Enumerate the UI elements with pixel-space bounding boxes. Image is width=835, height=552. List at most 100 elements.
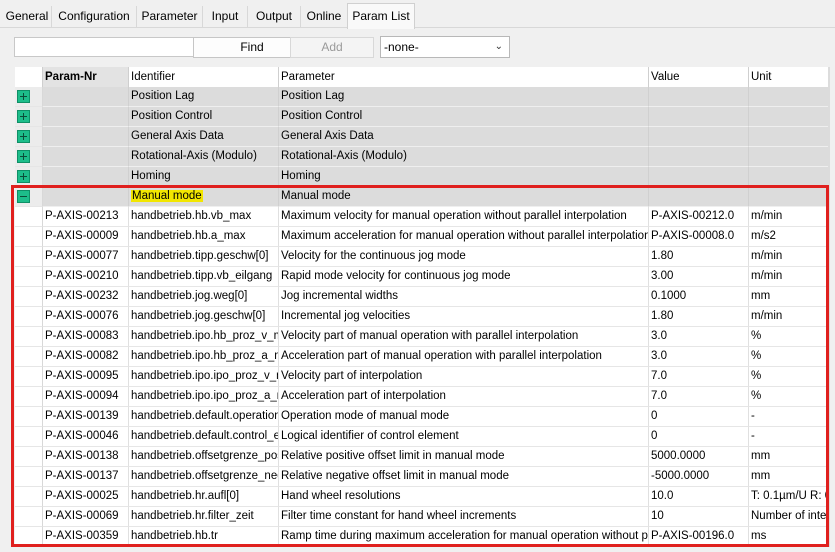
cell-param-nr[interactable]: P-AXIS-00046 <box>43 427 129 447</box>
collapse-minus-icon[interactable] <box>17 190 30 203</box>
cell-parameter[interactable]: Acceleration part of interpolation <box>279 387 649 407</box>
cell-param-nr[interactable]: P-AXIS-00083 <box>43 327 129 347</box>
expand-plus-icon[interactable] <box>17 170 30 183</box>
cell-identifier[interactable]: handbetrieb.jog.weg[0] <box>129 287 279 307</box>
tab-output[interactable]: Output <box>248 6 301 27</box>
cell-parameter[interactable]: Velocity part of interpolation <box>279 367 649 387</box>
cell-value[interactable]: 0 <box>649 407 749 427</box>
cell-identifier[interactable]: handbetrieb.ipo.ipo_proz_v_max <box>129 367 279 387</box>
cell-parameter[interactable]: Rotational-Axis (Modulo) <box>279 147 649 167</box>
cell-param-nr[interactable] <box>43 87 129 107</box>
cell-unit[interactable]: m/min <box>749 207 830 227</box>
cell-value[interactable]: P-AXIS-00212.0 <box>649 207 749 227</box>
cell-param-nr[interactable]: P-AXIS-00077 <box>43 247 129 267</box>
cell-identifier[interactable]: handbetrieb.tipp.vb_eilgang <box>129 267 279 287</box>
cell-param-nr[interactable]: P-AXIS-00095 <box>43 367 129 387</box>
cell-unit[interactable] <box>749 107 830 127</box>
expand-plus-icon[interactable] <box>17 130 30 143</box>
cell-value[interactable]: 3.00 <box>649 267 749 287</box>
table-row[interactable]: P-AXIS-00095handbetrieb.ipo.ipo_proz_v_m… <box>15 367 830 387</box>
cell-parameter[interactable]: Logical identifier of control element <box>279 427 649 447</box>
table-row[interactable]: P-AXIS-00232 handbetrieb.jog.weg[0] Jog in… <box>15 287 830 307</box>
cell-identifier[interactable]: handbetrieb.hr.aufl[0] <box>129 487 279 507</box>
cell-value[interactable]: 0.1000 <box>649 287 749 307</box>
cell-identifier[interactable]: General Axis Data <box>129 127 279 147</box>
cell-parameter[interactable]: Velocity part of manual operation with p… <box>279 327 649 347</box>
cell-identifier[interactable]: handbetrieb.hr.filter_zeit <box>129 507 279 527</box>
cell-value[interactable]: 3.0 <box>649 347 749 367</box>
cell-identifier[interactable]: handbetrieb.default.control_element <box>129 427 279 447</box>
cell-value[interactable]: P-AXIS-00196.0 <box>649 527 749 547</box>
cell-identifier[interactable]: handbetrieb.ipo.hb_proz_a_max <box>129 347 279 367</box>
cell-identifier[interactable]: Position Control <box>129 107 279 127</box>
cell-param-nr[interactable] <box>43 107 129 127</box>
cell-value[interactable]: 3.0 <box>649 327 749 347</box>
cell-value[interactable]: 0 <box>649 427 749 447</box>
cell-parameter[interactable]: Maximum acceleration for manual operatio… <box>279 227 649 247</box>
cell-value[interactable]: 1.80 <box>649 307 749 327</box>
cell-parameter[interactable]: Homing <box>279 167 649 187</box>
cell-unit[interactable] <box>749 167 830 187</box>
cell-parameter[interactable]: Ramp time during maximum acceleration fo… <box>279 527 649 547</box>
table-row[interactable]: P-AXIS-00359 handbetrieb.hb.tr Ramp time d… <box>15 527 830 547</box>
cell-value[interactable]: P-AXIS-00008.0 <box>649 227 749 247</box>
cell-param-nr[interactable] <box>43 127 129 147</box>
group-row[interactable]: Position Lag Position Lag <box>15 87 830 107</box>
cell-parameter[interactable]: Incremental jog velocities <box>279 307 649 327</box>
group-row[interactable]: General Axis Data General Axis Data <box>15 127 830 147</box>
cell-identifier[interactable]: handbetrieb.jog.geschw[0] <box>129 307 279 327</box>
cell-parameter[interactable]: Hand wheel resolutions <box>279 487 649 507</box>
cell-param-nr[interactable]: P-AXIS-00232 <box>43 287 129 307</box>
group-row[interactable]: Homing Homing <box>15 167 830 187</box>
expand-plus-icon[interactable] <box>17 150 30 163</box>
cell-value[interactable] <box>649 87 749 107</box>
cell-unit[interactable]: - <box>749 407 830 427</box>
tab-parameter[interactable]: Parameter <box>137 6 203 27</box>
cell-unit[interactable]: T: 0.1µm/U R: 0 <box>749 487 830 507</box>
group-row[interactable]: Rotational-Axis (Modulo) Rotational-Axis … <box>15 147 830 167</box>
table-row[interactable]: P-AXIS-00025 handbetrieb.hr.aufl[0] Hand w… <box>15 487 830 507</box>
cell-identifier[interactable]: handbetrieb.offsetgrenze_neg <box>129 467 279 487</box>
cell-parameter[interactable]: Relative negative offset limit in manual… <box>279 467 649 487</box>
cell-value[interactable] <box>649 107 749 127</box>
tab-general[interactable]: General <box>3 6 52 27</box>
cell-identifier[interactable]: handbetrieb.ipo.ipo_proz_a_max <box>129 387 279 407</box>
cell-identifier[interactable]: handbetrieb.offsetgrenze_pos <box>129 447 279 467</box>
cell-parameter[interactable]: Maximum velocity for manual operation wi… <box>279 207 649 227</box>
cell-identifier[interactable]: Manual mode <box>129 187 279 207</box>
cell-parameter[interactable]: Rapid mode velocity for continuous jog m… <box>279 267 649 287</box>
cell-identifier[interactable]: handbetrieb.tipp.geschw[0] <box>129 247 279 267</box>
cell-parameter[interactable]: Jog incremental widths <box>279 287 649 307</box>
tab-param-list[interactable]: Param List <box>347 3 415 29</box>
cell-value[interactable]: 1.80 <box>649 247 749 267</box>
table-row[interactable]: P-AXIS-00139 handbetrieb.default.operatio… <box>15 407 830 427</box>
cell-value[interactable]: 10.0 <box>649 487 749 507</box>
cell-param-nr[interactable] <box>43 167 129 187</box>
table-row[interactable]: P-AXIS-00082handbetrieb.ipo.hb_proz_a_ma… <box>15 347 830 367</box>
cell-parameter[interactable]: Position Control <box>279 107 649 127</box>
cell-unit[interactable]: ms <box>749 527 830 547</box>
column-header-unit[interactable]: Unit <box>749 67 830 87</box>
table-row[interactable]: P-AXIS-00138 handbetrieb.offsetgrenze_pos… <box>15 447 830 467</box>
table-row[interactable]: P-AXIS-00046 handbetrieb.default.control_… <box>15 427 830 447</box>
cell-param-nr[interactable]: P-AXIS-00076 <box>43 307 129 327</box>
table-row[interactable]: P-AXIS-00069 handbetrieb.hr.filter_zeit Fi… <box>15 507 830 527</box>
cell-parameter[interactable]: Operation mode of manual mode <box>279 407 649 427</box>
group-row[interactable]: Position Control Position Control <box>15 107 830 127</box>
cell-identifier[interactable]: Rotational-Axis (Modulo) <box>129 147 279 167</box>
cell-parameter[interactable]: Velocity for the continuous jog mode <box>279 247 649 267</box>
cell-identifier[interactable]: handbetrieb.hb.a_max <box>129 227 279 247</box>
table-row[interactable]: P-AXIS-00137 handbetrieb.offsetgrenze_neg… <box>15 467 830 487</box>
cell-param-nr[interactable]: P-AXIS-00069 <box>43 507 129 527</box>
table-row[interactable]: P-AXIS-00076 handbetrieb.jog.geschw[0] Inc… <box>15 307 830 327</box>
cell-parameter[interactable]: Acceleration part of manual operation wi… <box>279 347 649 367</box>
cell-unit[interactable]: % <box>749 367 830 387</box>
column-header-identifier[interactable]: Identifier <box>129 67 279 87</box>
column-header-value[interactable]: Value <box>649 67 749 87</box>
cell-param-nr[interactable]: P-AXIS-00094 <box>43 387 129 407</box>
cell-param-nr[interactable]: P-AXIS-00210 <box>43 267 129 287</box>
cell-param-nr[interactable]: P-AXIS-00139 <box>43 407 129 427</box>
add-button[interactable]: Add <box>290 37 374 58</box>
tab-configuration[interactable]: Configuration <box>52 6 137 27</box>
table-row[interactable]: P-AXIS-00009 handbetrieb.hb.a_max Maximum … <box>15 227 830 247</box>
